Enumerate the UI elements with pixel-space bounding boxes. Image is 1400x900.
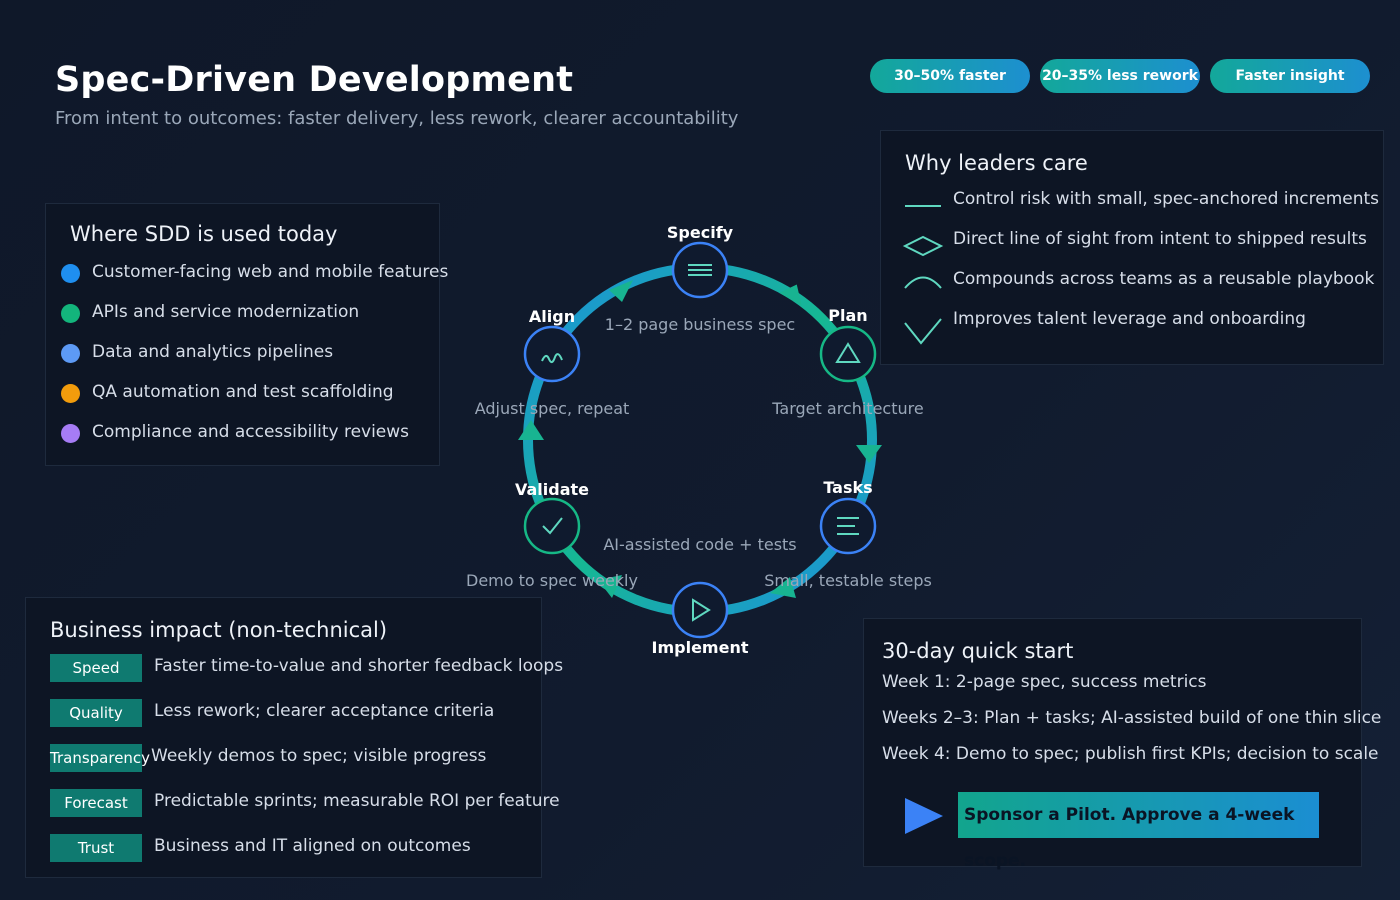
impact-text: Predictable sprints; measurable ROI per … — [154, 791, 560, 811]
quick-start-item: Week 1: 2-page spec, success metrics — [882, 672, 1207, 692]
node-align — [523, 325, 581, 383]
impact-text: Less rework; clearer acceptance criteria — [154, 701, 495, 721]
play-arrow-icon — [905, 798, 943, 834]
quality-tag: Quality — [50, 699, 142, 727]
business-impact-title: Business impact (non-technical) — [50, 618, 388, 642]
stage-label: Implement — [652, 638, 749, 657]
arrow-icon — [518, 420, 544, 440]
cycle-note: Small, testable steps — [764, 571, 932, 590]
cycle-note: 1–2 page business spec — [605, 315, 795, 334]
forecast-tag: Forecast — [50, 789, 142, 817]
trust-tag: Trust — [50, 834, 142, 862]
node-implement — [671, 581, 729, 639]
arrow-icon — [856, 445, 882, 463]
stage-label: Align — [529, 307, 575, 326]
impact-text: Faster time-to-value and shorter feedbac… — [154, 656, 564, 676]
quick-start-item: Weeks 2–3: Plan + tasks; AI-assisted bui… — [882, 708, 1382, 728]
cycle-note: Target architecture — [771, 399, 923, 418]
quick-start-title: 30-day quick start — [882, 639, 1074, 663]
stage-label: Tasks — [823, 478, 872, 497]
quick-start-item: Week 4: Demo to spec; publish first KPIs… — [882, 744, 1379, 764]
stage-label: Specify — [667, 223, 734, 242]
stage-label: Validate — [515, 480, 589, 499]
business-impact-panel: Business impact (non-technical) Speed Fa… — [25, 597, 563, 878]
sponsor-pilot-button[interactable]: Sponsor a Pilot. Approve a 4-week scope. — [958, 792, 1319, 871]
node-tasks — [819, 497, 877, 555]
cycle-note: Adjust spec, repeat — [475, 399, 630, 418]
stage-label: Plan — [828, 306, 867, 325]
transparency-tag: Transparency — [50, 744, 150, 772]
node-specify — [671, 241, 729, 299]
impact-text: Business and IT aligned on outcomes — [154, 836, 471, 856]
speed-tag: Speed — [50, 654, 142, 682]
node-plan — [819, 325, 877, 383]
cycle-note: Demo to spec weekly — [466, 571, 638, 590]
cycle-note: AI-assisted code + tests — [603, 535, 796, 554]
impact-text: Weekly demos to spec; visible progress — [151, 746, 487, 766]
node-validate — [523, 497, 581, 555]
